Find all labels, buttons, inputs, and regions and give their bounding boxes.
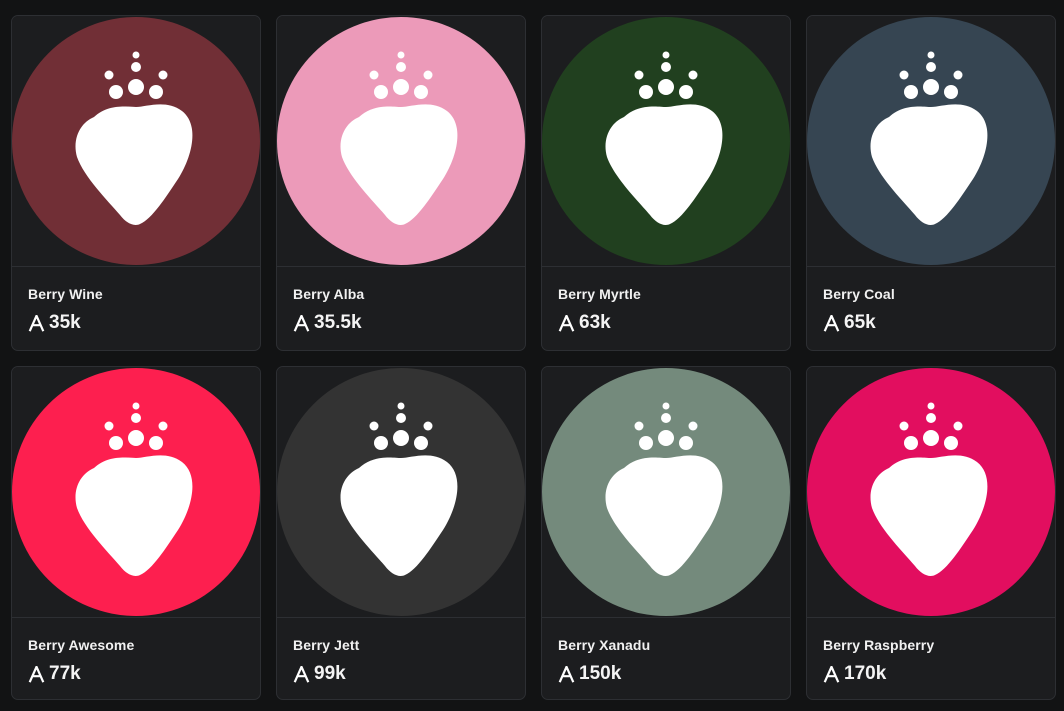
card-avatar (12, 17, 260, 265)
crowned-strawberry-icon (75, 402, 193, 576)
algorand-icon (823, 314, 840, 332)
algorand-icon (823, 665, 840, 683)
nft-card[interactable]: Berry Coal 65k (806, 15, 1056, 351)
card-media (277, 367, 525, 618)
nft-card[interactable]: Berry Myrtle 63k (541, 15, 791, 351)
price-value: 63k (579, 312, 611, 333)
price-value: 35.5k (314, 312, 362, 333)
nft-card[interactable]: Berry Alba 35.5k (276, 15, 526, 351)
algorand-icon (558, 314, 575, 332)
card-media (12, 367, 260, 618)
price-value: 77k (49, 663, 81, 684)
card-title: Berry Wine (28, 286, 103, 302)
crowned-strawberry-icon (605, 402, 723, 576)
crowned-strawberry-icon (870, 402, 988, 576)
card-avatar (277, 17, 525, 265)
card-title: Berry Awesome (28, 637, 135, 653)
card-price: 170k (823, 664, 1039, 684)
card-price: 65k (823, 313, 1039, 333)
algorand-icon (28, 665, 45, 683)
card-price: 99k (293, 664, 509, 684)
price-value: 35k (49, 312, 81, 333)
crowned-strawberry-icon (605, 51, 723, 225)
card-media (807, 367, 1055, 618)
price-value: 170k (844, 663, 887, 684)
card-media (12, 16, 260, 267)
card-avatar (542, 368, 790, 616)
price-value: 150k (579, 663, 622, 684)
price-value: 65k (844, 312, 876, 333)
card-price: 35k (28, 313, 244, 333)
crowned-strawberry-icon (340, 402, 458, 576)
card-price: 63k (558, 313, 774, 333)
card-avatar (12, 368, 260, 616)
nft-card[interactable]: Berry Awesome 77k (11, 366, 261, 700)
card-avatar (277, 368, 525, 616)
crowned-strawberry-icon (75, 51, 193, 225)
card-price: 77k (28, 664, 244, 684)
card-media (807, 16, 1055, 267)
algorand-icon (558, 665, 575, 683)
nft-card[interactable]: Berry Raspberry 170k (806, 366, 1056, 700)
crowned-strawberry-icon (340, 51, 458, 225)
nft-card[interactable]: Berry Xanadu 150k (541, 366, 791, 700)
algorand-icon (293, 314, 310, 332)
card-media (542, 367, 790, 618)
card-title: Berry Jett (293, 637, 360, 653)
card-title: Berry Myrtle (558, 286, 641, 302)
card-title: Berry Alba (293, 286, 365, 302)
crowned-strawberry-icon (870, 51, 988, 225)
algorand-icon (293, 665, 310, 683)
nft-grid: Berry Wine 35k Berry Alba 35.5k Berry My… (11, 15, 1056, 700)
card-price: 35.5k (293, 313, 509, 333)
algorand-icon (28, 314, 45, 332)
card-title: Berry Raspberry (823, 637, 935, 653)
price-value: 99k (314, 663, 346, 684)
card-avatar (807, 368, 1055, 616)
nft-card[interactable]: Berry Wine 35k (11, 15, 261, 351)
card-media (542, 16, 790, 267)
card-title: Berry Coal (823, 286, 895, 302)
card-price: 150k (558, 664, 774, 684)
card-avatar (807, 17, 1055, 265)
card-media (277, 16, 525, 267)
card-avatar (542, 17, 790, 265)
card-title: Berry Xanadu (558, 637, 651, 653)
nft-card[interactable]: Berry Jett 99k (276, 366, 526, 700)
